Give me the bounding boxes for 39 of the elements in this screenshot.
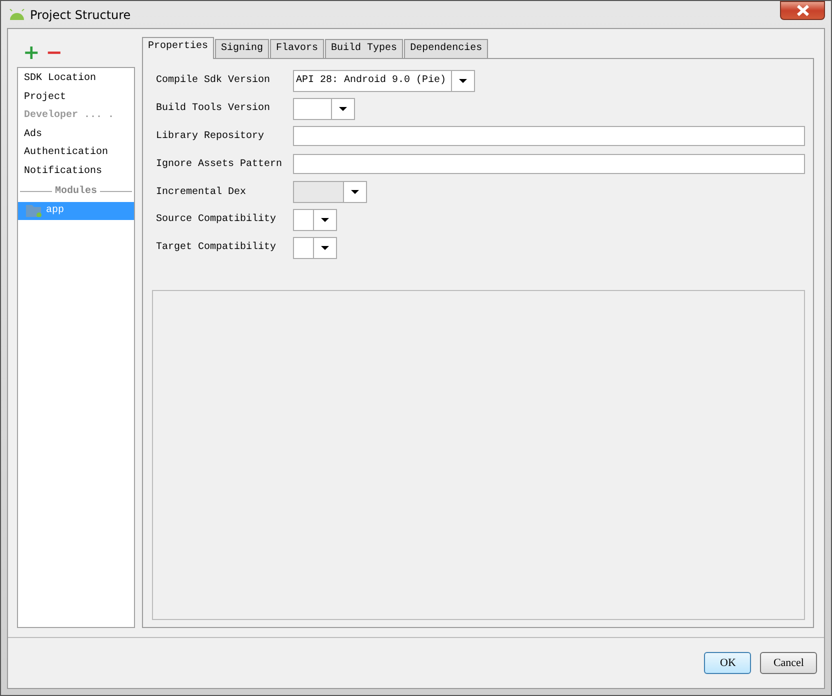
folder-icon [26, 204, 42, 218]
tab[interactable]: Dependencies [404, 39, 488, 58]
caret-icon [321, 246, 329, 250]
close-icon [796, 5, 810, 16]
sidebar-item[interactable]: Authentication [18, 144, 134, 163]
caret-icon [351, 190, 359, 194]
dropdown[interactable]: API 28: Android 9.0 (Pie) [293, 70, 475, 92]
field-label: Build Tools Version [156, 103, 272, 114]
field-label: Incremental Dex [156, 186, 248, 198]
tab[interactable]: Build Types [325, 39, 404, 58]
field-label: Target Compatibility [156, 242, 278, 254]
close-button[interactable] [780, 1, 825, 20]
sidebar-item[interactable]: SDK Location [18, 70, 134, 89]
field-label: Source Compatibility [156, 214, 278, 226]
section-header: Modules [55, 186, 98, 198]
window-title: Project Structure [30, 8, 131, 22]
sidebar-item[interactable]: Ads [18, 126, 134, 144]
sidebar-item: Developer ... . [23, 108, 116, 124]
dropdown[interactable] [293, 98, 355, 120]
sidebar-item[interactable]: Project [18, 88, 134, 108]
caret-icon [339, 106, 347, 111]
tab[interactable]: Signing [215, 39, 270, 58]
dropdown[interactable] [293, 208, 337, 231]
field-label: Compile Sdk Version [156, 75, 272, 86]
input-field[interactable] [293, 126, 805, 146]
dropdown[interactable] [293, 236, 337, 259]
caret-icon [459, 78, 467, 83]
field-label: Library Repository [156, 130, 266, 142]
cancel-button[interactable]: Cancel [760, 652, 817, 674]
caret-icon [321, 218, 329, 222]
android-icon [8, 8, 26, 20]
tab[interactable]: Flavors [270, 39, 324, 58]
tab[interactable]: Properties [142, 37, 214, 59]
sidebar-item[interactable]: Notifications [18, 162, 134, 182]
module-name: app [46, 204, 64, 218]
input-field[interactable] [293, 154, 805, 174]
field-label: Ignore Assets Pattern [156, 158, 284, 170]
ok-button[interactable]: OK [704, 652, 752, 674]
remove-button[interactable]: − [46, 42, 63, 62]
